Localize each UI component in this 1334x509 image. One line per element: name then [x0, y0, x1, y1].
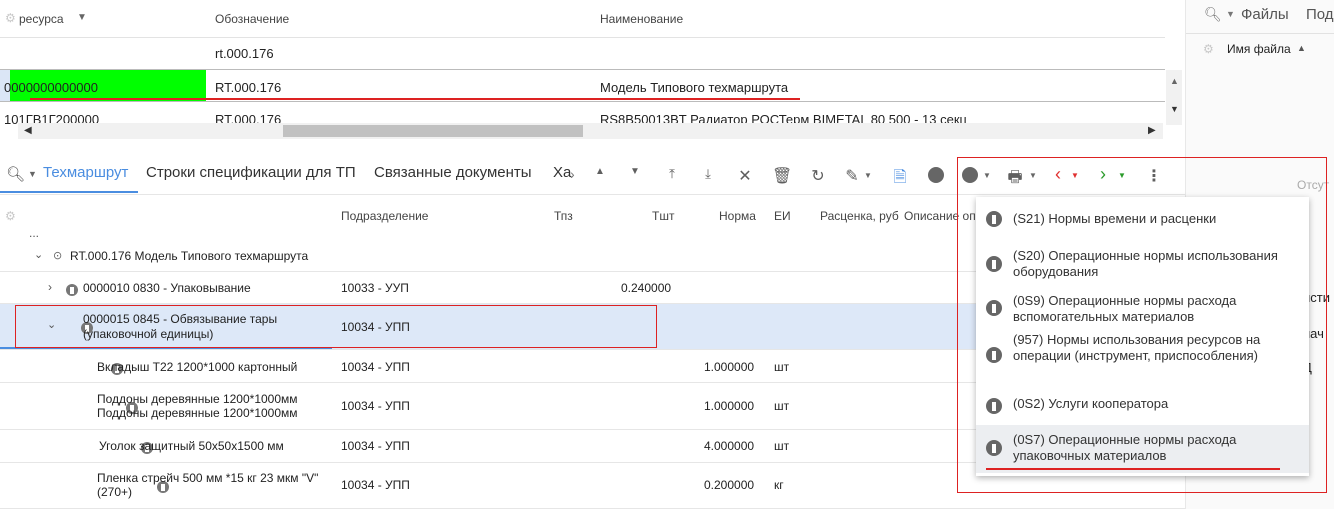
tab-files[interactable]: Файлы	[1241, 6, 1289, 23]
row1-code[interactable]: 0000000000000	[4, 80, 98, 95]
close-icon[interactable]: ✕	[735, 166, 755, 186]
column-header-name[interactable]: Наименование	[600, 12, 683, 26]
menu-item-label: (S21) Нормы времени и расценки	[1013, 211, 1217, 226]
scroll-down-icon: ▼	[1170, 104, 1179, 114]
division-cell[interactable]: 10034 - УПП	[341, 399, 410, 413]
norms-icon	[986, 398, 1002, 414]
chevron-right-icon[interactable]: ›	[48, 280, 52, 294]
norms-icon	[986, 347, 1002, 363]
move-bottom-icon[interactable]: ⤓	[698, 166, 718, 182]
norm-cell[interactable]: 1.000000	[704, 360, 754, 374]
chevron-down-icon[interactable]: ▼	[1226, 9, 1235, 19]
division-cell[interactable]: 10033 - УУП	[341, 281, 409, 295]
menu-item-s21[interactable]: (S21) Нормы времени и расценки	[976, 197, 1309, 241]
scroll-up-icon: ▲	[1170, 76, 1179, 86]
unit-cell[interactable]: шт	[774, 439, 789, 453]
vertical-scrollbar[interactable]: ▲ ▼	[1166, 70, 1182, 125]
menu-item-label: (957) Нормы использования ресурсов на оп…	[1013, 332, 1261, 363]
chevron-down-icon[interactable]: ⌄	[34, 248, 43, 261]
division-cell[interactable]: 10034 - УПП	[341, 439, 410, 453]
chevron-right-icon[interactable]: ›	[570, 166, 575, 182]
column-header-unit[interactable]: ЕИ	[774, 209, 791, 223]
column-header-tsht[interactable]: Тшт	[652, 209, 674, 223]
column-header-tpz[interactable]: Тпз	[554, 209, 573, 223]
tab-overflow[interactable]: Ха	[553, 164, 571, 181]
tab-linked-docs[interactable]: Связанные документы	[374, 164, 532, 181]
horizontal-scrollbar[interactable]: ◀ ▶	[18, 123, 1163, 139]
delete-icon[interactable]: 🗑︎	[772, 166, 792, 186]
tree-item-label[interactable]: 0000010 0830 - Упаковывание	[83, 281, 251, 295]
operation-icon	[66, 283, 78, 296]
tab-techroute[interactable]: Техмаршрут	[43, 164, 128, 181]
column-header-rate[interactable]: Расценка, руб	[820, 209, 899, 223]
column-header-norm[interactable]: Норма	[719, 209, 756, 223]
resource-grid: ⚙ ресурса ▼ Обозначение Наименование rt.…	[0, 0, 1185, 140]
menu-item-label: (0S7) Операционные нормы расхода упаково…	[1013, 432, 1237, 463]
menu-item-0s7[interactable]: (0S7) Операционные нормы расхода упаково…	[976, 425, 1309, 473]
chevron-down-icon[interactable]: ▼	[864, 171, 872, 180]
annotation-underline	[30, 98, 800, 100]
move-up-icon[interactable]: ▲	[590, 166, 610, 177]
column-header-resource[interactable]: ресурса	[19, 12, 64, 26]
chevron-down-icon[interactable]: ▼	[28, 169, 37, 179]
unit-cell[interactable]: шт	[774, 360, 789, 374]
norms-icon	[986, 300, 1002, 316]
menu-item-label: (0S2) Услуги кооператора	[1013, 396, 1169, 411]
tree-item-label[interactable]: Уголок защитный 50х50х1500 мм	[99, 439, 284, 453]
norm-cell[interactable]: 4.000000	[704, 439, 754, 453]
settings-gear-icon[interactable]: ⚙	[1203, 42, 1214, 56]
settings-gear-icon[interactable]: ⚙	[5, 209, 16, 223]
column-header-division[interactable]: Подразделение	[341, 209, 428, 223]
tsht-cell[interactable]: 0.240000	[621, 281, 671, 295]
route-icon: ⊙	[53, 250, 63, 262]
menu-item-label: (S20) Операционные нормы использования о…	[1013, 248, 1278, 279]
edit-icon[interactable]: ✎	[842, 166, 862, 186]
move-top-icon[interactable]: ⤒	[662, 166, 682, 182]
annotation-underline	[986, 468, 1280, 470]
norms-icon	[986, 440, 1002, 456]
unit-cell[interactable]: кг	[774, 478, 784, 492]
scroll-thumb	[283, 125, 583, 137]
search-icon[interactable]: 🔍︎	[6, 165, 25, 183]
tree-item-label[interactable]: Пленка стрейч 500 мм *15 кг 23 мкм "V" (…	[97, 471, 327, 499]
annotation-box	[15, 305, 657, 348]
tab-spec-lines[interactable]: Строки спецификации для ТП	[146, 164, 356, 181]
active-tab-indicator	[0, 191, 138, 193]
row1-name[interactable]: Модель Типового техмаршрута	[600, 80, 788, 95]
menu-item-0s2[interactable]: (0S2) Услуги кооператора	[976, 387, 1309, 425]
norm-cell[interactable]: 1.000000	[704, 399, 754, 413]
menu-item-0s9[interactable]: (0S9) Операционные нормы расхода вспомог…	[976, 287, 1309, 329]
tree-item-label[interactable]: Вкладыш Т22 1200*1000 картонный	[97, 360, 297, 374]
norms-icon	[986, 256, 1002, 272]
tree-item-label[interactable]: RT.000.176 Модель Типового техмаршрута	[70, 249, 308, 263]
refresh-icon[interactable]: ↻	[808, 166, 828, 186]
tree-item-label[interactable]: Поддоны деревянные 1200*1000мм Поддоны д…	[97, 392, 317, 420]
sort-dropdown-icon[interactable]: ▼	[77, 12, 87, 23]
scroll-left-icon: ◀	[24, 125, 32, 136]
tree-ellipsis: ...	[29, 226, 40, 240]
menu-item-label: (0S9) Операционные нормы расхода вспомог…	[1013, 293, 1237, 324]
column-header-designation[interactable]: Обозначение	[215, 12, 289, 26]
column-header-file-name[interactable]: Имя файла	[1227, 42, 1291, 56]
norm-cell[interactable]: 0.200000	[704, 478, 754, 492]
operation-icon[interactable]	[928, 167, 944, 183]
designation-filter-input[interactable]: rt.000.176	[215, 46, 274, 61]
settings-gear-icon[interactable]: ⚙	[5, 11, 16, 25]
menu-item-s20[interactable]: (S20) Операционные нормы использования о…	[976, 241, 1309, 287]
scroll-right-icon: ▶	[1148, 125, 1156, 136]
division-cell[interactable]: 10034 - УПП	[341, 360, 410, 374]
search-icon[interactable]: 🔍︎	[1204, 6, 1222, 23]
tab-sub[interactable]: Под	[1306, 6, 1334, 23]
norms-icon	[986, 211, 1002, 227]
menu-item-957[interactable]: (957) Нормы использования ресурсов на оп…	[976, 329, 1309, 387]
unit-cell[interactable]: шт	[774, 399, 789, 413]
sort-ascending-icon[interactable]: ▲	[1297, 43, 1306, 53]
move-down-icon[interactable]: ▼	[625, 166, 645, 177]
norms-dropdown-menu: (S21) Нормы времени и расценки (S20) Опе…	[976, 197, 1309, 476]
row1-designation[interactable]: RT.000.176	[215, 80, 281, 95]
document-icon[interactable]: 🗎	[890, 166, 910, 193]
division-cell[interactable]: 10034 - УПП	[341, 478, 410, 492]
